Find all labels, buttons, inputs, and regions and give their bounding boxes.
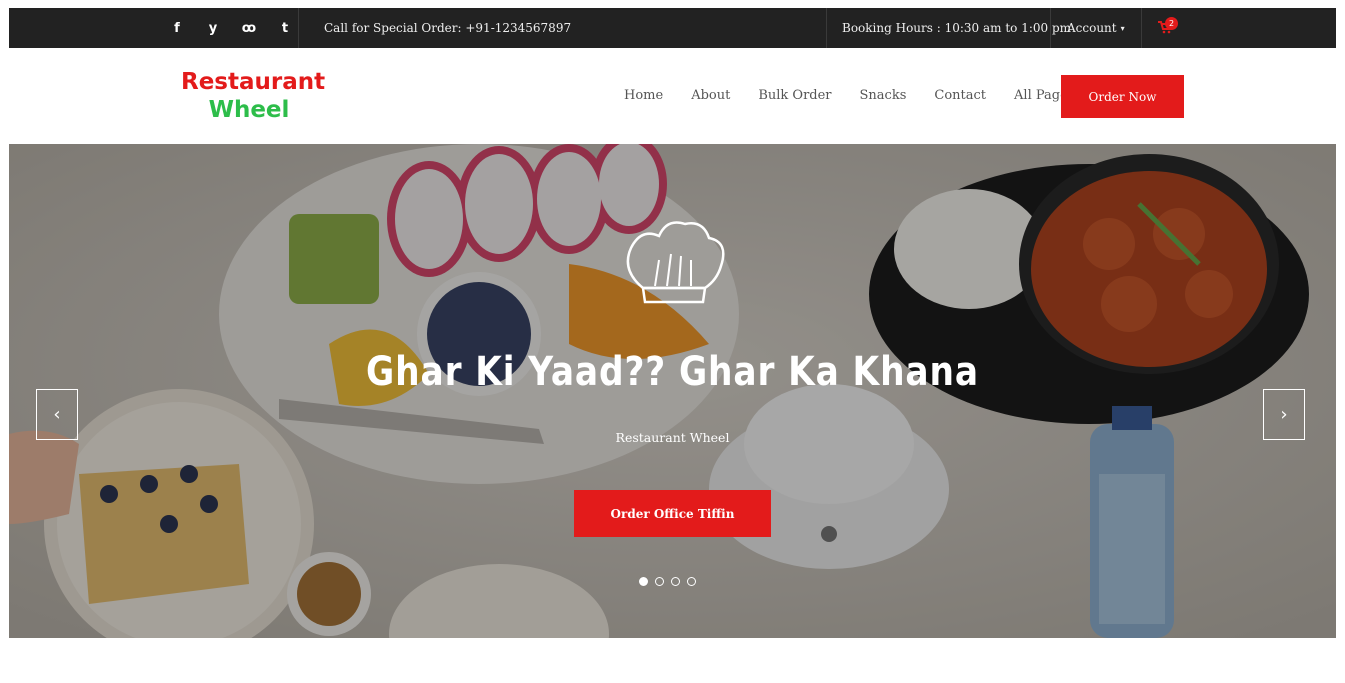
chevron-left-icon: ‹	[53, 404, 61, 425]
chevron-right-icon: ›	[1280, 404, 1288, 425]
order-office-tiffin-button[interactable]: Order Office Tiffin	[574, 490, 771, 537]
hero-slider: Ghar Ki Yaad?? Ghar Ka Khana Restaurant …	[9, 144, 1336, 638]
cart-button[interactable]: 2	[1157, 8, 1178, 48]
facebook-icon[interactable]: f	[159, 21, 195, 36]
nav-snacks[interactable]: Snacks	[860, 88, 907, 103]
cart-icon: 2	[1157, 17, 1178, 36]
divider	[826, 8, 827, 48]
site-logo[interactable]: Restaurant Wheel	[181, 68, 326, 124]
slider-dot-4[interactable]	[687, 577, 696, 586]
logo-line-1: Restaurant	[181, 69, 326, 95]
divider	[298, 8, 299, 48]
slider-pagination	[639, 577, 696, 586]
site-header: Restaurant Wheel Home About Bulk Order S…	[9, 48, 1336, 144]
divider	[1141, 8, 1142, 48]
nav-home[interactable]: Home	[624, 88, 663, 103]
slider-prev-button[interactable]: ‹	[36, 389, 78, 440]
social-links: f y ꝏ t	[159, 8, 303, 48]
logo-line-2: Wheel	[208, 97, 290, 123]
hero-title: Ghar Ki Yaad?? Ghar Ka Khana	[366, 349, 979, 395]
account-label: Account	[1067, 21, 1117, 35]
nav-bulk-order[interactable]: Bulk Order	[758, 88, 831, 103]
slider-dot-1[interactable]	[639, 577, 648, 586]
slider-next-button[interactable]: ›	[1263, 389, 1305, 440]
divider	[1050, 8, 1051, 48]
order-now-button[interactable]: Order Now	[1061, 75, 1184, 118]
nav-contact[interactable]: Contact	[934, 88, 986, 103]
main-nav: Home About Bulk Order Snacks Contact All…	[624, 88, 1102, 103]
slider-dot-2[interactable]	[655, 577, 664, 586]
booking-hours: Booking Hours : 10:30 am to 1:00 pm	[842, 21, 1072, 35]
hero-subtitle: Restaurant Wheel	[615, 430, 730, 445]
nav-about[interactable]: About	[691, 88, 730, 103]
account-dropdown[interactable]: Account ▾	[1067, 8, 1125, 48]
tripadvisor-icon[interactable]: ꝏ	[231, 21, 267, 36]
chef-hat-icon	[626, 221, 725, 304]
chevron-down-icon: ▾	[1120, 23, 1125, 33]
cart-count-badge: 2	[1165, 17, 1178, 30]
slider-dot-3[interactable]	[671, 577, 680, 586]
top-bar: f y ꝏ t Call for Special Order: +91-1234…	[9, 8, 1336, 48]
special-order-phone: Call for Special Order: +91-1234567897	[324, 21, 572, 35]
twitter-icon[interactable]: y	[195, 21, 231, 36]
